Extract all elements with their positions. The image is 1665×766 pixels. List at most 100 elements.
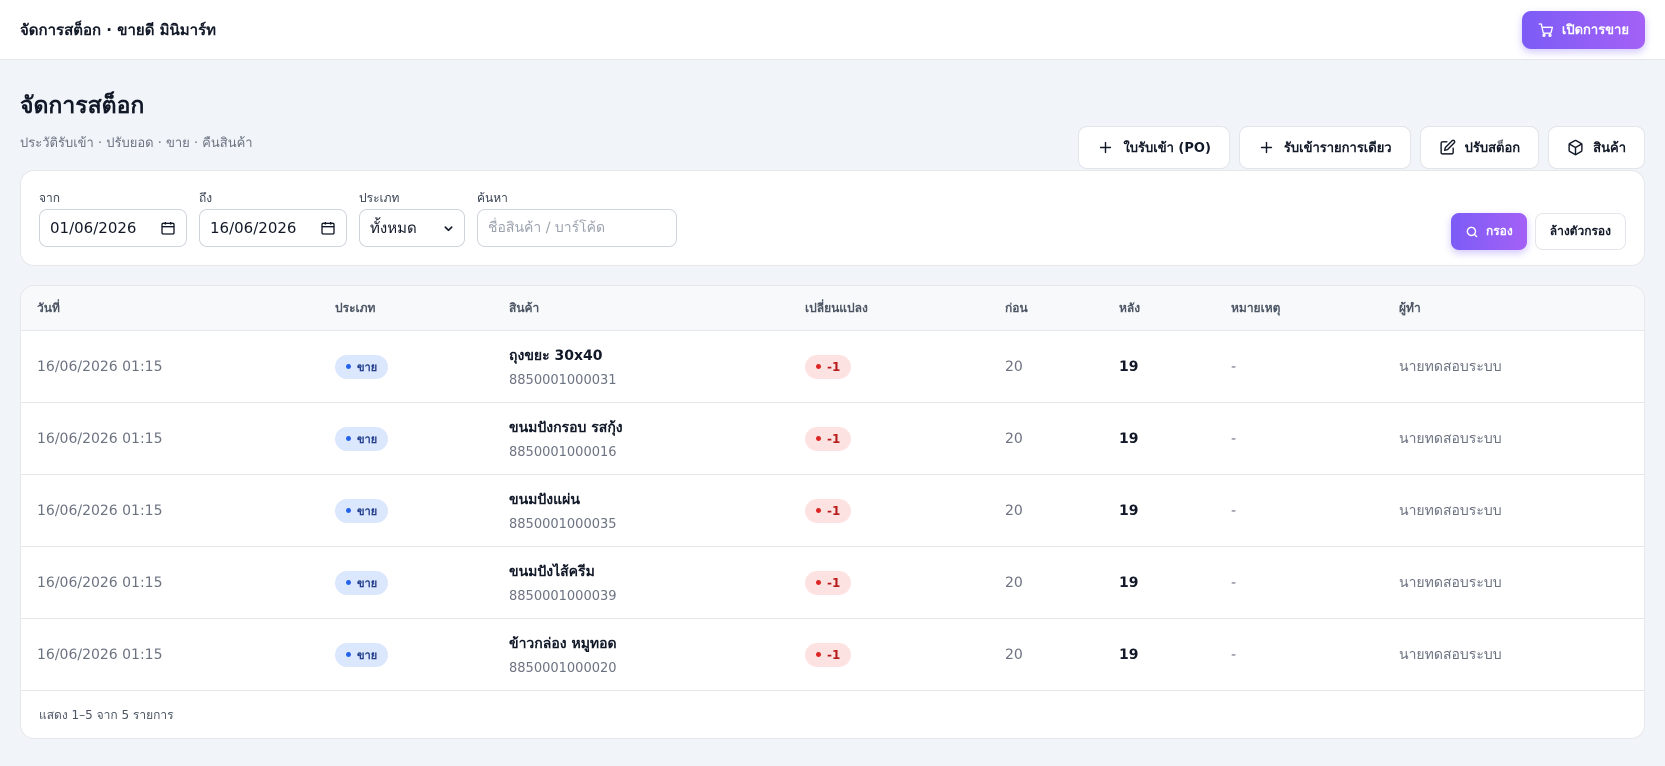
page-subtitle: ประวัติรับเข้า · ปรับยอด · ขาย · คืนสินค… [20, 136, 253, 151]
table-row[interactable]: 16/06/2026 01:15 ขาย ข้าวกล่อง หมูทอด 885… [21, 619, 1644, 691]
filter-button-label: กรอง [1485, 224, 1513, 238]
open-sale-label: เปิดการขาย [1561, 23, 1629, 38]
to-date-input[interactable]: 16/06/2026 [199, 209, 347, 247]
type-cell: ขาย [319, 354, 493, 379]
note-cell: - [1231, 430, 1237, 447]
adjust-stock-button[interactable]: ปรับสต็อก [1419, 126, 1540, 169]
type-badge: ขาย [335, 426, 389, 451]
to-date-value: 16/06/2026 [210, 219, 297, 237]
note-cell: - [1231, 502, 1237, 519]
before-cell: 20 [1005, 358, 1023, 375]
product-cell: ถุงขยะ 30x40 8850001000031 [493, 345, 789, 388]
product-barcode: 8850001000031 [509, 373, 617, 388]
edit-icon [1440, 139, 1455, 155]
type-badge-label: ขาย [357, 432, 378, 446]
type-badge-label: ขาย [357, 576, 378, 590]
product-cell: ข้าวกล่อง หมูทอด 8850001000020 [493, 633, 789, 676]
note-cell: - [1231, 574, 1237, 591]
product-name: ถุงขยะ 30x40 [509, 348, 603, 364]
open-sale-button[interactable]: เปิดการขาย [1521, 10, 1645, 49]
after-cell: 19 [1119, 430, 1139, 447]
column-header-change[interactable]: เปลี่ยนแปลง [789, 299, 989, 318]
chevron-down-icon [444, 225, 453, 231]
search-input[interactable]: ชื่อสินค้า / บาร์โค้ด [477, 209, 677, 247]
change-cell: -1 [789, 642, 989, 667]
change-badge: -1 [805, 354, 852, 379]
status-dot [816, 436, 821, 441]
calendar-icon[interactable] [160, 220, 176, 236]
filter-button[interactable]: กรอง [1450, 213, 1527, 250]
app-title: จัดการสต็อก · ขายดี มินิมาร์ท [20, 20, 217, 39]
type-badge-label: ขาย [357, 648, 378, 662]
before-cell: 20 [1005, 574, 1023, 591]
type-badge: ขาย [335, 570, 389, 595]
product-barcode: 8850001000035 [509, 517, 617, 532]
change-value: -1 [827, 647, 841, 662]
column-header-date[interactable]: วันที่ [21, 299, 319, 318]
column-header-before[interactable]: ก่อน [989, 299, 1103, 318]
status-dot [816, 508, 821, 513]
type-badge: ขาย [335, 354, 389, 379]
filter-panel: จาก 01/06/2026 ถึง 16/06/2026 ประเภท ทั้… [20, 170, 1645, 266]
user-cell: นายทดสอบระบบ [1399, 430, 1502, 447]
page-header: จัดการสต็อก ประวัติรับเข้า · ปรับยอด · ข… [0, 60, 1665, 170]
status-dot [346, 364, 351, 369]
product-barcode: 8850001000039 [509, 589, 617, 604]
change-cell: -1 [789, 498, 989, 523]
type-label: ประเภท [359, 191, 400, 205]
change-badge: -1 [805, 570, 852, 595]
table-row[interactable]: 16/06/2026 01:15 ขาย ถุงขยะ 30x40 8850001… [21, 331, 1644, 403]
products-button[interactable]: สินค้า [1548, 126, 1645, 169]
page-heading: จัดการสต็อก ประวัติรับเข้า · ปรับยอด · ข… [20, 88, 253, 153]
after-cell: 19 [1119, 646, 1139, 663]
to-label: ถึง [199, 191, 213, 205]
change-value: -1 [827, 575, 841, 590]
product-cell: ขนมปังไส้ครีม 8850001000039 [493, 561, 789, 604]
plus-icon [1100, 141, 1112, 154]
table-row[interactable]: 16/06/2026 01:15 ขาย ขนมปังกรอบ รสกุ้ง 88… [21, 403, 1644, 475]
change-value: -1 [827, 359, 841, 374]
change-badge: -1 [805, 498, 852, 523]
products-label: สินค้า [1593, 141, 1626, 156]
status-dot [346, 508, 351, 513]
column-header-type[interactable]: ประเภท [319, 299, 493, 318]
filter-actions: กรอง ล้างตัวกรอง [1450, 213, 1626, 250]
change-cell: -1 [789, 354, 989, 379]
po-label: ใบรับเข้า (PO) [1123, 141, 1211, 156]
clear-filter-button[interactable]: ล้างตัวกรอง [1534, 213, 1626, 250]
column-header-note[interactable]: หมายเหตุ [1215, 299, 1383, 318]
product-name: ข้าวกล่อง หมูทอด [509, 636, 617, 652]
top-bar: จัดการสต็อก · ขายดี มินิมาร์ท เปิดการขาย [0, 0, 1665, 60]
page-title: จัดการสต็อก [20, 93, 145, 119]
change-cell: -1 [789, 570, 989, 595]
search-field: ค้นหา ชื่อสินค้า / บาร์โค้ด [477, 189, 677, 247]
box-icon [1568, 139, 1583, 156]
product-barcode: 8850001000020 [509, 661, 617, 676]
after-cell: 19 [1119, 574, 1139, 591]
type-badge: ขาย [335, 642, 389, 667]
column-header-after[interactable]: หลัง [1103, 299, 1215, 318]
status-dot [816, 580, 821, 585]
user-cell: นายทดสอบระบบ [1399, 646, 1502, 663]
calendar-icon[interactable] [320, 220, 336, 236]
type-cell: ขาย [319, 642, 493, 667]
table-row[interactable]: 16/06/2026 01:15 ขาย ขนมปังแผ่น 885000100… [21, 475, 1644, 547]
date-cell: 16/06/2026 01:15 [37, 502, 163, 519]
date-cell: 16/06/2026 01:15 [37, 430, 163, 447]
change-badge: -1 [805, 426, 852, 451]
search-icon [1466, 226, 1478, 237]
column-header-product[interactable]: สินค้า [493, 299, 789, 318]
before-cell: 20 [1005, 430, 1023, 447]
type-cell: ขาย [319, 498, 493, 523]
type-cell: ขาย [319, 426, 493, 451]
type-select[interactable]: ทั้งหมด [359, 209, 465, 247]
column-header-user[interactable]: ผู้ทำ [1383, 299, 1644, 318]
note-cell: - [1231, 358, 1237, 375]
po-button[interactable]: ใบรับเข้า (PO) [1078, 126, 1230, 169]
after-cell: 19 [1119, 358, 1139, 375]
type-badge: ขาย [335, 498, 389, 523]
table-row[interactable]: 16/06/2026 01:15 ขาย ขนมปังไส้ครีม 885000… [21, 547, 1644, 619]
date-cell: 16/06/2026 01:15 [37, 574, 163, 591]
from-date-input[interactable]: 01/06/2026 [39, 209, 187, 247]
receive-single-button[interactable]: รับเข้ารายการเดียว [1238, 126, 1411, 169]
